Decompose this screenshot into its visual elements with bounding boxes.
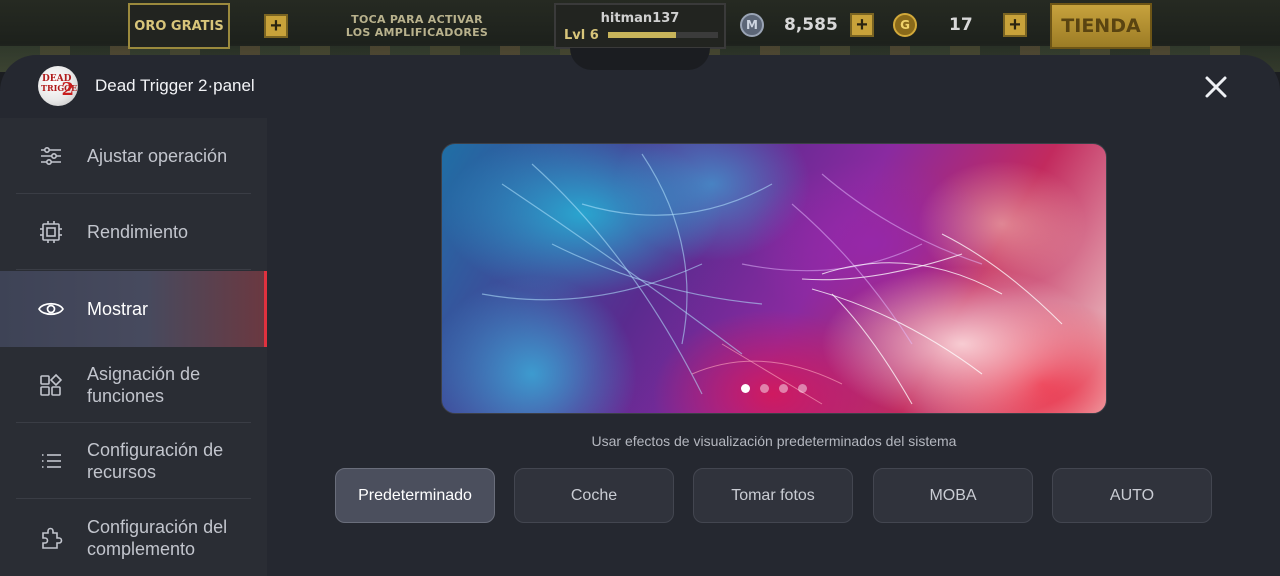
gold-coin-icon: G <box>893 13 917 37</box>
mode-label: Coche <box>570 486 618 504</box>
sidebar-item-label: Rendimiento <box>87 222 189 242</box>
mode-button-auto[interactable]: AUTO <box>1052 468 1212 523</box>
player-level: Lvl 6 <box>564 28 599 43</box>
money-counter: M 8,585 <box>740 10 838 40</box>
xp-progress-bar <box>608 32 718 38</box>
divider <box>16 269 251 270</box>
gold-amount: 17 <box>949 15 973 35</box>
player-name: hitman137 <box>600 11 680 26</box>
amplifier-prompt[interactable]: TOCA PARA ACTIVAR LOS AMPLIFICADORES <box>296 3 538 49</box>
mode-button-tomar-fotos[interactable]: Tomar fotos <box>693 468 853 523</box>
mode-label: MOBA <box>929 486 977 504</box>
sidebar-item-asignacion-funciones[interactable]: Asignación de funciones <box>0 347 267 423</box>
shop-button[interactable]: TIENDA <box>1050 3 1152 49</box>
carousel-dot[interactable] <box>741 384 750 393</box>
divider <box>16 498 251 499</box>
eye-icon <box>38 296 64 322</box>
carousel-indicator[interactable] <box>442 384 1106 393</box>
panel-title: Dead Trigger 2·panel <box>95 76 255 95</box>
gold-counter: G 17 <box>893 10 973 40</box>
carousel-dot[interactable] <box>760 384 769 393</box>
money-plus-button[interactable]: + <box>850 13 874 37</box>
gold-plus-button[interactable]: + <box>1003 13 1027 37</box>
player-card[interactable]: hitman137 Lvl 6 <box>554 3 726 49</box>
sidebar-item-configuracion-complemento[interactable]: Configuración del complemento <box>0 500 267 576</box>
money-amount: 8,585 <box>784 15 838 35</box>
sidebar: Ajustar operación Rendimiento Mostrar As… <box>0 118 267 576</box>
sidebar-item-label: Configuración de recursos <box>87 440 224 482</box>
mode-label: AUTO <box>1109 486 1155 504</box>
sidebar-item-mostrar[interactable]: Mostrar <box>0 271 267 347</box>
free-gold-button[interactable]: ORO GRATIS <box>128 3 230 49</box>
close-icon <box>1205 76 1227 98</box>
carousel-dot[interactable] <box>779 384 788 393</box>
amplifier-plus-button[interactable]: + <box>264 14 288 38</box>
list-icon <box>38 448 64 474</box>
sliders-icon <box>38 143 64 169</box>
money-coin-icon: M <box>740 13 764 37</box>
feather-texture <box>481 153 1063 405</box>
display-mode-caption: Usar efectos de visualización predetermi… <box>591 433 957 449</box>
sidebar-item-ajustar-operacion[interactable]: Ajustar operación <box>0 118 267 194</box>
shop-label: TIENDA <box>1061 15 1141 37</box>
puzzle-icon <box>38 525 64 551</box>
carousel-dot[interactable] <box>798 384 807 393</box>
mode-label: Predeterminado <box>358 486 472 504</box>
panel-notch <box>570 48 710 70</box>
mode-label: Tomar fotos <box>731 486 815 504</box>
xp-progress-fill <box>608 32 677 38</box>
sidebar-item-label: Ajustar operación <box>87 146 228 166</box>
mode-button-moba[interactable]: MOBA <box>873 468 1033 523</box>
sidebar-item-label: Asignación de funciones <box>87 364 201 406</box>
chip-icon <box>38 219 64 245</box>
free-gold-label: ORO GRATIS <box>134 18 224 34</box>
amplifier-line1: TOCA PARA ACTIVAR <box>351 13 483 26</box>
mode-button-coche[interactable]: Coche <box>514 468 674 523</box>
display-effect-preview[interactable] <box>441 143 1107 414</box>
app-logo: DEAD TRIGGER 2 <box>38 66 78 106</box>
close-button[interactable] <box>1200 71 1232 103</box>
grid-shapes-icon <box>38 372 64 398</box>
sidebar-item-configuracion-recursos[interactable]: Configuración de recursos <box>0 423 267 499</box>
sidebar-item-label: Mostrar <box>87 299 149 319</box>
sidebar-item-label: Configuración del complemento <box>87 517 228 559</box>
amplifier-line2: LOS AMPLIFICADORES <box>345 26 489 39</box>
sidebar-item-rendimiento[interactable]: Rendimiento <box>0 194 267 270</box>
mode-button-predeterminado[interactable]: Predeterminado <box>335 468 495 523</box>
